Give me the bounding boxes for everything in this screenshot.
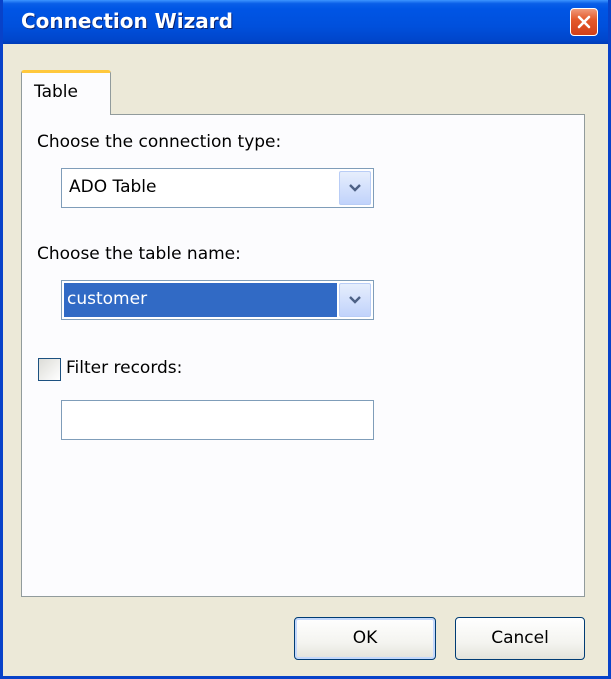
close-icon xyxy=(576,14,592,30)
tab-table[interactable]: Table xyxy=(21,70,111,115)
chevron-down-icon xyxy=(348,290,362,310)
connection-type-dropdown[interactable]: ADO Table xyxy=(61,168,374,208)
filter-records-label[interactable]: Filter records: xyxy=(66,358,182,378)
table-name-dropdown-button[interactable] xyxy=(339,283,371,317)
tab-table-label: Table xyxy=(34,82,78,102)
cancel-button[interactable]: Cancel xyxy=(455,617,585,660)
connection-type-label: Choose the connection type: xyxy=(37,132,282,152)
title-bar[interactable]: Connection Wizard xyxy=(3,0,608,44)
table-name-label: Choose the table name: xyxy=(37,244,241,264)
connection-type-dropdown-button[interactable] xyxy=(339,171,371,205)
chevron-down-icon xyxy=(348,178,362,198)
connection-type-value: ADO Table xyxy=(69,177,157,197)
table-name-dropdown[interactable]: customer xyxy=(61,280,374,320)
filter-records-checkbox[interactable] xyxy=(38,358,61,381)
filter-records-input[interactable] xyxy=(61,400,374,440)
window-title: Connection Wizard xyxy=(21,9,233,33)
table-name-value: customer xyxy=(67,289,148,309)
close-button[interactable] xyxy=(570,8,598,36)
ok-button[interactable]: OK xyxy=(294,617,436,660)
table-name-selection: customer xyxy=(64,283,337,317)
